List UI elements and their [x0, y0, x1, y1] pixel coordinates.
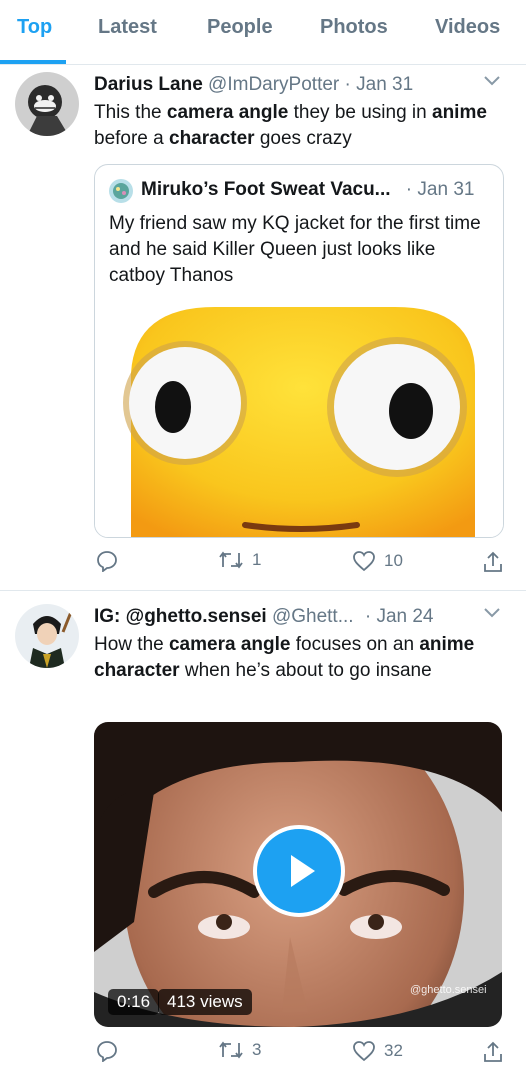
tab-top[interactable]: Top: [17, 16, 52, 39]
tweet-header: IG: @ghetto.sensei @Ghett... · Jan 24: [94, 606, 434, 628]
like-button[interactable]: 32: [352, 1040, 403, 1062]
play-icon: [291, 855, 315, 887]
separator-dot: ·: [364, 606, 372, 627]
text-run: when he’s about to go insane: [179, 660, 432, 681]
text-run-bold: camera angle: [166, 102, 289, 123]
retweet-icon: [219, 551, 243, 569]
like-button[interactable]: 10: [352, 550, 403, 572]
tweet-date[interactable]: Jan 24: [376, 606, 433, 627]
quoted-tweet[interactable]: Miruko’s Foot Sweat Vacu... · Jan 31 My …: [94, 164, 504, 538]
separator-dot: ·: [405, 179, 413, 200]
text-run: they be using in: [288, 102, 432, 123]
quoted-header: Miruko’s Foot Sweat Vacu... · Jan 31: [141, 179, 474, 201]
tab-videos[interactable]: Videos: [435, 16, 500, 39]
user-name[interactable]: Darius Lane: [94, 74, 203, 95]
separator-dot: ·: [344, 74, 351, 95]
user-name[interactable]: IG: @ghetto.sensei: [94, 606, 267, 627]
like-icon: [353, 1041, 375, 1062]
user-handle[interactable]: @ImDaryPotter: [208, 74, 339, 95]
tweet-header: Darius Lane @ImDaryPotter · Jan 31: [94, 74, 413, 96]
tweet-text: How the camera angle focuses on an anime…: [94, 632, 484, 684]
reply-icon: [97, 551, 117, 572]
like-icon: [353, 551, 375, 572]
share-button[interactable]: [482, 550, 504, 574]
tweet-date[interactable]: Jan 31: [356, 74, 413, 95]
chevron-down-icon[interactable]: [484, 608, 500, 618]
like-count: 10: [384, 551, 403, 570]
active-tab-indicator: [0, 60, 66, 64]
video-views: 413 views: [158, 989, 252, 1015]
video-duration: 0:16: [108, 989, 160, 1015]
retweet-button[interactable]: 1: [218, 550, 261, 570]
retweet-count: 1: [252, 550, 262, 569]
quoted-date: Jan 31: [417, 179, 475, 200]
search-tabs: Top Latest People Photos Videos: [0, 0, 526, 65]
tweet-text: This the camera angle they be using in a…: [94, 100, 494, 152]
avatar[interactable]: [15, 604, 79, 668]
text-run: before a: [94, 128, 169, 149]
retweet-icon: [219, 1041, 243, 1059]
text-run-bold: camera angle: [168, 634, 291, 655]
tweet-divider: [0, 590, 526, 591]
reply-button[interactable]: [96, 550, 118, 572]
reply-button[interactable]: [96, 1040, 118, 1062]
quoted-avatar: [109, 179, 133, 203]
chevron-down-icon[interactable]: [484, 76, 500, 86]
share-icon: [484, 1041, 502, 1062]
text-run: How the: [94, 634, 169, 655]
quoted-text: My friend saw my KQ jacket for the first…: [109, 213, 481, 286]
text-run: goes crazy: [254, 128, 352, 149]
text-run: focuses on an: [290, 634, 420, 655]
text-run: This the: [94, 102, 167, 123]
tab-latest[interactable]: Latest: [98, 16, 157, 39]
play-button[interactable]: [253, 825, 345, 917]
avatar[interactable]: [15, 72, 79, 136]
video-watermark: @ghetto.sensei: [410, 984, 487, 996]
reply-icon: [97, 1041, 117, 1062]
like-count: 32: [384, 1041, 403, 1060]
share-button[interactable]: [482, 1040, 504, 1064]
text-run-bold: character: [169, 128, 255, 149]
quoted-user-name: Miruko’s Foot Sweat Vacu...: [141, 179, 391, 200]
text-run-bold: anime: [432, 102, 487, 123]
tab-people[interactable]: People: [207, 16, 273, 39]
tweet-actions: 1 10: [94, 550, 514, 580]
retweet-button[interactable]: 3: [218, 1040, 261, 1060]
share-icon: [484, 551, 502, 572]
flushed-emoji-image[interactable]: [95, 303, 503, 537]
tab-photos[interactable]: Photos: [320, 16, 388, 39]
tweet-actions: 3 32: [94, 1040, 514, 1070]
user-handle[interactable]: @Ghett...: [272, 606, 354, 627]
retweet-count: 3: [252, 1040, 262, 1059]
